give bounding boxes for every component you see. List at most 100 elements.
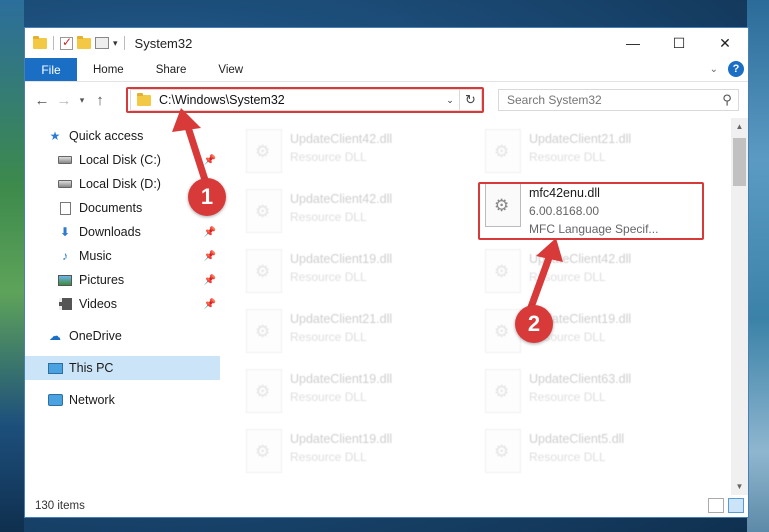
properties-check-icon[interactable] <box>60 35 73 50</box>
navigation-pane: ★ Quick access Local Disk (C:) 📌 Local D… <box>25 118 220 495</box>
sidebar-item-onedrive[interactable]: ☁ OneDrive <box>25 324 220 348</box>
sidebar-item-music[interactable]: ♪ Music 📌 <box>25 244 220 268</box>
pin-icon[interactable]: 📌 <box>204 275 216 286</box>
back-arrow-icon[interactable]: ← <box>31 92 53 109</box>
file-item[interactable]: UpdateClient42.dll Resource DLL <box>246 126 471 180</box>
recent-locations-chevron-icon[interactable]: ▾ <box>75 95 89 106</box>
file-list: UpdateClient42.dll Resource DLL UpdateCli… <box>220 118 748 495</box>
scroll-down-arrow-icon[interactable]: ▼ <box>731 478 748 495</box>
star-icon: ★ <box>49 129 61 143</box>
file-description: Resource DLL <box>529 150 606 164</box>
folder-icon <box>137 92 151 106</box>
file-item[interactable]: UpdateClient42.dll Resource DLL <box>246 186 471 240</box>
address-dropdown-chevron-icon[interactable]: ⌄ <box>441 95 459 106</box>
dll-file-icon <box>246 249 282 293</box>
sidebar-item-label: Pictures <box>79 273 125 287</box>
toolbar-separator <box>123 36 125 50</box>
view-toggle <box>708 498 744 513</box>
tab-share[interactable]: Share <box>140 58 203 81</box>
refresh-icon[interactable]: ↻ <box>459 90 481 110</box>
file-description: Resource DLL <box>290 210 367 224</box>
folder-icon[interactable] <box>33 35 47 49</box>
help-icon[interactable]: ? <box>728 61 744 77</box>
new-folder-icon[interactable] <box>77 35 91 49</box>
dll-file-icon <box>246 369 282 413</box>
content-area: ★ Quick access Local Disk (C:) 📌 Local D… <box>25 118 748 495</box>
tab-view[interactable]: View <box>202 58 259 81</box>
file-item[interactable]: UpdateClient42.dll Resource DLL <box>485 246 710 300</box>
sidebar-item-label: Music <box>79 249 112 263</box>
file-item[interactable]: UpdateClient19.dll Resource DLL <box>246 426 471 480</box>
chevron-down-icon[interactable]: ▾ <box>113 38 118 49</box>
file-name: UpdateClient19.dll <box>290 252 393 266</box>
sidebar-item-videos[interactable]: Videos 📌 <box>25 292 220 316</box>
sidebar-item-label: Quick access <box>69 129 144 143</box>
sidebar-item-network[interactable]: Network <box>25 388 220 412</box>
item-count: 130 items <box>35 500 85 512</box>
expand-ribbon-chevron-icon[interactable]: ⌄ <box>710 64 718 75</box>
search-icon[interactable]: ⚲ <box>716 92 738 108</box>
file-name: UpdateClient42.dll <box>290 192 393 206</box>
sidebar-item-local-disk-c[interactable]: Local Disk (C:) 📌 <box>25 148 220 172</box>
file-item[interactable]: UpdateClient19.dll Resource DLL <box>246 366 471 420</box>
sidebar-item-downloads[interactable]: ⬇ Downloads 📌 <box>25 220 220 244</box>
music-icon: ♪ <box>62 249 68 263</box>
pin-icon[interactable]: 📌 <box>204 251 216 262</box>
file-item[interactable]: UpdateClient21.dll Resource DLL <box>485 126 710 180</box>
search-input[interactable] <box>507 93 716 107</box>
computer-icon <box>47 361 63 375</box>
pin-icon[interactable]: 📌 <box>204 227 216 238</box>
window-controls: — ☐ ✕ <box>610 28 748 58</box>
pin-icon[interactable]: 📌 <box>204 299 216 310</box>
sidebar-item-pictures[interactable]: Pictures 📌 <box>25 268 220 292</box>
file-item[interactable]: UpdateClient21.dll Resource DLL <box>246 306 471 360</box>
sidebar-item-quick-access[interactable]: ★ Quick access <box>25 124 220 148</box>
file-item[interactable]: UpdateClient5.dll Resource DLL <box>485 426 710 480</box>
sidebar-item-label: OneDrive <box>69 329 122 343</box>
file-item[interactable]: UpdateClient63.dll Resource DLL <box>485 366 710 420</box>
file-description: Resource DLL <box>290 450 367 464</box>
up-arrow-icon[interactable]: ↑ <box>89 92 111 109</box>
minimize-button[interactable]: — <box>610 28 656 58</box>
file-description: Resource DLL <box>290 270 367 284</box>
sidebar-item-label: Local Disk (D:) <box>79 177 161 191</box>
address-path[interactable]: C:\Windows\System32 <box>159 93 441 107</box>
file-description: Resource DLL <box>529 450 606 464</box>
tab-file[interactable]: File <box>25 58 77 81</box>
tab-home[interactable]: Home <box>77 58 140 81</box>
video-icon <box>57 297 73 311</box>
sidebar-item-label: Local Disk (C:) <box>79 153 161 167</box>
details-view-icon[interactable] <box>708 498 724 513</box>
file-version: 6.00.8168.00 <box>529 204 600 218</box>
maximize-button[interactable]: ☐ <box>656 28 702 58</box>
vertical-scrollbar[interactable]: ▲ ▼ <box>731 118 748 495</box>
sidebar-item-label: This PC <box>69 361 114 375</box>
sidebar-item-label: Videos <box>79 297 117 311</box>
scroll-thumb[interactable] <box>733 138 746 186</box>
file-name: UpdateClient19.dll <box>290 372 393 386</box>
file-item[interactable]: UpdateClient19.dll Resource DLL <box>246 246 471 300</box>
drive-icon <box>57 153 73 167</box>
dll-file-icon <box>246 129 282 173</box>
file-name: UpdateClient42.dll <box>290 132 393 146</box>
tiles-view-icon[interactable] <box>728 498 744 513</box>
address-bar[interactable]: C:\Windows\System32 ⌄ ↻ <box>130 89 482 111</box>
ribbon-right-controls: ⌄ ? <box>710 61 744 77</box>
close-button[interactable]: ✕ <box>702 28 748 58</box>
view-properties-icon[interactable] <box>95 37 109 49</box>
pin-icon[interactable]: 📌 <box>204 155 216 166</box>
callout-badge-2: 2 <box>515 305 553 343</box>
scroll-up-arrow-icon[interactable]: ▲ <box>731 118 748 135</box>
dll-file-icon <box>485 249 521 293</box>
dll-file-icon <box>485 183 521 227</box>
file-name: UpdateClient63.dll <box>529 372 632 386</box>
file-description: Resource DLL <box>290 150 367 164</box>
file-name: UpdateClient5.dll <box>529 432 625 446</box>
forward-arrow-icon[interactable]: → <box>53 92 75 109</box>
desktop-background-right <box>747 0 769 532</box>
status-bar: 130 items <box>25 495 748 517</box>
dll-file-icon <box>485 429 521 473</box>
dll-file-icon <box>485 129 521 173</box>
file-item-mfc42enu[interactable]: mfc42enu.dll 6.00.8168.00 MFC Language S… <box>485 180 710 236</box>
sidebar-item-this-pc[interactable]: This PC <box>25 356 220 380</box>
